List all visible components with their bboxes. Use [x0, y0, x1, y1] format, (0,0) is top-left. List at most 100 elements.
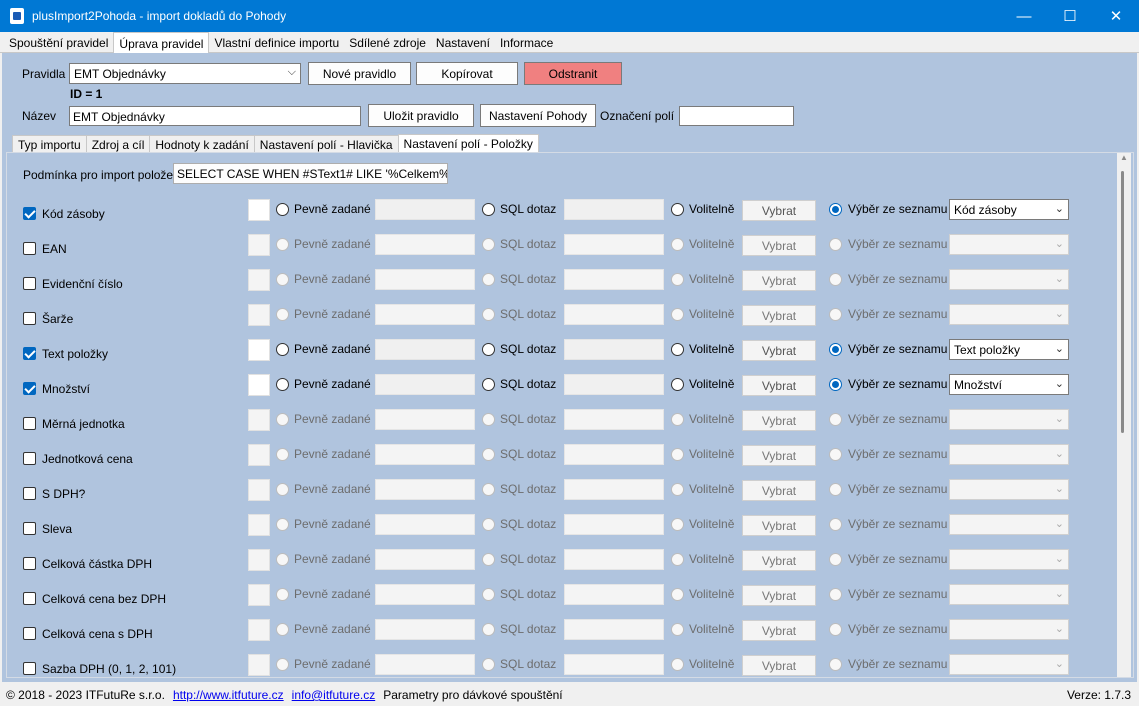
- pohoda-settings-button[interactable]: Nastavení Pohody: [480, 104, 596, 127]
- fixed-value-input[interactable]: [375, 479, 475, 500]
- sql-radio[interactable]: [482, 483, 495, 496]
- source-column-select[interactable]: ⌄: [949, 269, 1069, 290]
- optional-radio[interactable]: [671, 308, 684, 321]
- fixed-value-input[interactable]: [375, 269, 475, 290]
- optional-radio[interactable]: [671, 343, 684, 356]
- pravidla-select[interactable]: EMT Objednávky ⌵: [69, 63, 301, 84]
- sql-radio[interactable]: [482, 623, 495, 636]
- sql-input[interactable]: [564, 654, 664, 675]
- fixed-radio[interactable]: [276, 448, 289, 461]
- nazev-input[interactable]: EMT Objednávky: [69, 106, 361, 126]
- fixed-radio[interactable]: [276, 378, 289, 391]
- fixed-value-input[interactable]: [375, 619, 475, 640]
- tab-pole-hlavicka[interactable]: Nastavení polí - Hlavička: [253, 135, 399, 153]
- email-link[interactable]: info@itfuture.cz: [292, 688, 376, 702]
- tab-typ-importu[interactable]: Typ importu: [12, 135, 87, 153]
- value-box[interactable]: [248, 584, 270, 606]
- fixed-value-input[interactable]: [375, 304, 475, 325]
- select-button[interactable]: Vybrat: [742, 375, 816, 396]
- list-radio[interactable]: [829, 273, 842, 286]
- list-radio[interactable]: [829, 343, 842, 356]
- sql-radio[interactable]: [482, 378, 495, 391]
- list-radio[interactable]: [829, 588, 842, 601]
- field-checkbox[interactable]: [23, 277, 36, 290]
- fixed-value-input[interactable]: [375, 444, 475, 465]
- source-column-select[interactable]: ⌄: [949, 549, 1069, 570]
- sql-radio[interactable]: [482, 238, 495, 251]
- sql-input[interactable]: [564, 514, 664, 535]
- params-text[interactable]: Parametry pro dávkové spouštění: [383, 688, 562, 702]
- value-box[interactable]: [248, 199, 270, 221]
- optional-radio[interactable]: [671, 413, 684, 426]
- fixed-value-input[interactable]: [375, 409, 475, 430]
- select-button[interactable]: Vybrat: [742, 655, 816, 676]
- source-column-select[interactable]: ⌄: [949, 304, 1069, 325]
- optional-radio[interactable]: [671, 518, 684, 531]
- select-button[interactable]: Vybrat: [742, 235, 816, 256]
- fixed-value-input[interactable]: [375, 654, 475, 675]
- field-checkbox[interactable]: [23, 487, 36, 500]
- condition-input[interactable]: SELECT CASE WHEN #SText1# LIKE '%Celkem%…: [173, 163, 448, 184]
- select-button[interactable]: Vybrat: [742, 585, 816, 606]
- list-radio[interactable]: [829, 553, 842, 566]
- fixed-radio[interactable]: [276, 588, 289, 601]
- optional-radio[interactable]: [671, 553, 684, 566]
- select-button[interactable]: Vybrat: [742, 445, 816, 466]
- optional-radio[interactable]: [671, 483, 684, 496]
- field-checkbox[interactable]: [23, 627, 36, 640]
- list-radio[interactable]: [829, 623, 842, 636]
- tab-sdilene-zdroje[interactable]: Sdílené zdroje: [344, 32, 431, 53]
- field-checkbox[interactable]: [23, 382, 36, 395]
- select-button[interactable]: Vybrat: [742, 270, 816, 291]
- field-checkbox[interactable]: [23, 242, 36, 255]
- fixed-value-input[interactable]: [375, 374, 475, 395]
- tab-vlastni-definice[interactable]: Vlastní definice importu: [209, 32, 344, 53]
- select-button[interactable]: Vybrat: [742, 305, 816, 326]
- sql-input[interactable]: [564, 269, 664, 290]
- field-checkbox[interactable]: [23, 452, 36, 465]
- tab-informace[interactable]: Informace: [495, 32, 558, 53]
- field-checkbox[interactable]: [23, 557, 36, 570]
- fixed-radio[interactable]: [276, 308, 289, 321]
- select-button[interactable]: Vybrat: [742, 200, 816, 221]
- field-checkbox[interactable]: [23, 417, 36, 430]
- fixed-radio[interactable]: [276, 483, 289, 496]
- source-column-select[interactable]: ⌄: [949, 654, 1069, 675]
- list-radio[interactable]: [829, 413, 842, 426]
- list-radio[interactable]: [829, 518, 842, 531]
- fixed-radio[interactable]: [276, 343, 289, 356]
- value-box[interactable]: [248, 409, 270, 431]
- value-box[interactable]: [248, 479, 270, 501]
- list-radio[interactable]: [829, 308, 842, 321]
- tab-spousteni[interactable]: Spouštění pravidel: [4, 32, 113, 53]
- vertical-scrollbar[interactable]: ▲: [1117, 153, 1131, 677]
- close-button[interactable]: ✕: [1093, 0, 1139, 32]
- list-radio[interactable]: [829, 203, 842, 216]
- optional-radio[interactable]: [671, 588, 684, 601]
- field-checkbox[interactable]: [23, 312, 36, 325]
- fixed-value-input[interactable]: [375, 339, 475, 360]
- sql-radio[interactable]: [482, 413, 495, 426]
- fixed-value-input[interactable]: [375, 584, 475, 605]
- save-rule-button[interactable]: Uložit pravidlo: [368, 104, 474, 127]
- list-radio[interactable]: [829, 658, 842, 671]
- sql-input[interactable]: [564, 619, 664, 640]
- value-box[interactable]: [248, 234, 270, 256]
- sql-radio[interactable]: [482, 308, 495, 321]
- field-checkbox[interactable]: [23, 662, 36, 675]
- fixed-radio[interactable]: [276, 553, 289, 566]
- sql-input[interactable]: [564, 549, 664, 570]
- sql-radio[interactable]: [482, 203, 495, 216]
- sql-input[interactable]: [564, 479, 664, 500]
- optional-radio[interactable]: [671, 378, 684, 391]
- source-column-select[interactable]: Množství ⌄: [949, 374, 1069, 395]
- fixed-radio[interactable]: [276, 203, 289, 216]
- optional-radio[interactable]: [671, 658, 684, 671]
- select-button[interactable]: Vybrat: [742, 515, 816, 536]
- sql-radio[interactable]: [482, 448, 495, 461]
- source-column-select[interactable]: ⌄: [949, 584, 1069, 605]
- new-rule-button[interactable]: Nové pravidlo: [308, 62, 411, 85]
- value-box[interactable]: [248, 619, 270, 641]
- fixed-value-input[interactable]: [375, 514, 475, 535]
- source-column-select[interactable]: ⌄: [949, 619, 1069, 640]
